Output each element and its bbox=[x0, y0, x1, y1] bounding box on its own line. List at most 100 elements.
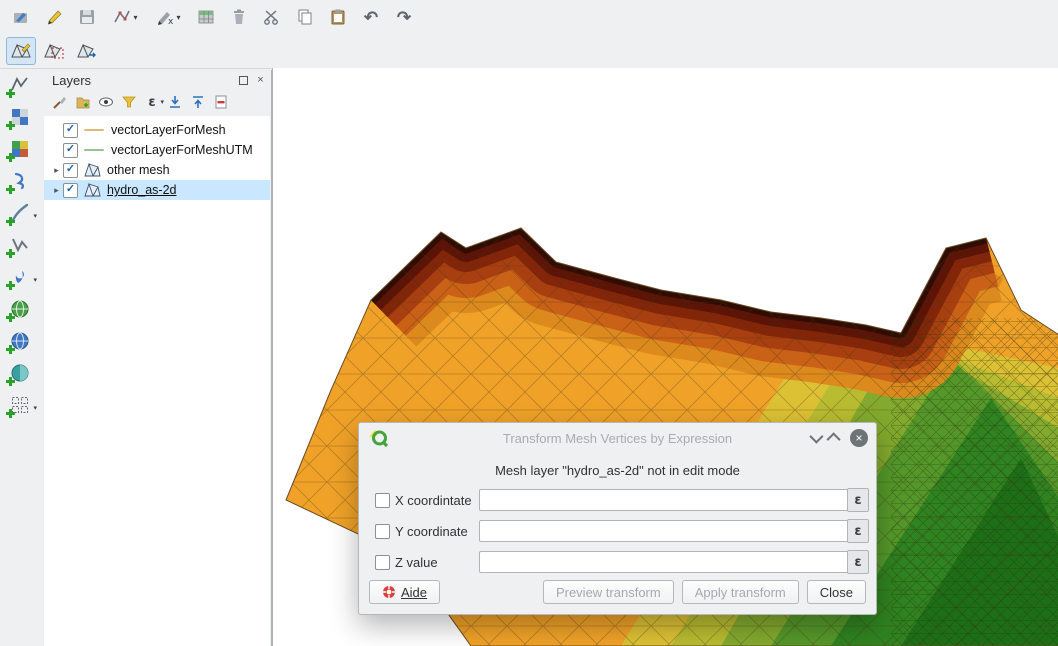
layer-row-other-mesh[interactable]: ▸ ✓ other mesh bbox=[44, 160, 270, 180]
current-edits-icon bbox=[11, 7, 31, 27]
help-button[interactable]: Aide bbox=[369, 580, 440, 604]
layer-row-hydro-as-2d[interactable]: ▸ ✓ hydro_as-2d bbox=[44, 180, 270, 200]
dropdown-caret-icon[interactable]: ▾ bbox=[33, 212, 37, 220]
add-database-layer-button[interactable]: ▾ bbox=[5, 264, 35, 290]
add-spatialite-layer-button[interactable]: ▾ bbox=[5, 200, 35, 226]
y-expression-button[interactable]: ε bbox=[847, 519, 869, 543]
add-delimited-text-layer-button[interactable] bbox=[5, 168, 35, 194]
add-wfs-layer-button[interactable] bbox=[5, 360, 35, 386]
layer-checkbox[interactable]: ✓ bbox=[63, 143, 78, 158]
remove-layer-icon bbox=[213, 94, 229, 110]
y-coordinate-input[interactable] bbox=[479, 520, 849, 542]
mesh-transform-button[interactable] bbox=[72, 37, 102, 65]
expand-all-button[interactable] bbox=[165, 92, 185, 112]
mesh-symbol bbox=[84, 183, 101, 197]
dialog-message: Mesh layer "hydro_as-2d" not in edit mod… bbox=[359, 463, 876, 478]
chevron-up-icon[interactable] bbox=[827, 432, 841, 446]
cut-features-button[interactable] bbox=[257, 3, 287, 31]
filter-by-expression-button[interactable]: ε ▾ bbox=[142, 92, 162, 112]
layer-label[interactable]: vectorLayerForMesh bbox=[111, 123, 226, 137]
open-styling-panel-button[interactable] bbox=[50, 92, 70, 112]
vertex-tool-button[interactable]: ▾ bbox=[105, 3, 145, 31]
line-symbol bbox=[84, 149, 104, 151]
chevron-down-icon[interactable] bbox=[809, 430, 823, 444]
layer-checkbox[interactable]: ✓ bbox=[63, 163, 78, 178]
remove-layer-button[interactable] bbox=[211, 92, 231, 112]
dialog-titlebar[interactable]: Transform Mesh Vertices by Expression × bbox=[359, 423, 876, 453]
z-value-checkbox[interactable] bbox=[375, 555, 390, 570]
top-toolbars: ▾ x ▾ bbox=[0, 0, 1058, 69]
eye-icon bbox=[98, 94, 114, 110]
add-plus-icon bbox=[6, 185, 15, 194]
layer-row-vectorLayerForMesh[interactable]: ✓ vectorLayerForMesh bbox=[44, 120, 270, 140]
scissors-icon bbox=[262, 7, 282, 27]
layer-row-vectorLayerForMeshUTM[interactable]: ✓ vectorLayerForMeshUTM bbox=[44, 140, 270, 160]
mesh-symbol bbox=[84, 163, 101, 177]
delete-selected-button[interactable] bbox=[224, 3, 254, 31]
new-table-button[interactable] bbox=[191, 3, 221, 31]
add-raster-layer-button[interactable] bbox=[5, 104, 35, 130]
add-wms-layer-button[interactable] bbox=[5, 296, 35, 322]
epsilon-icon: ε bbox=[854, 524, 861, 539]
add-wcs-layer-button[interactable] bbox=[5, 328, 35, 354]
close-button[interactable]: Close bbox=[807, 580, 866, 604]
collapse-all-button[interactable] bbox=[188, 92, 208, 112]
dropdown-caret-icon[interactable]: ▾ bbox=[33, 404, 37, 412]
dropdown-caret-icon[interactable]: ▾ bbox=[176, 13, 180, 22]
add-group-button[interactable] bbox=[73, 92, 93, 112]
layer-label[interactable]: vectorLayerForMeshUTM bbox=[111, 143, 253, 157]
panel-float-button[interactable] bbox=[237, 74, 250, 87]
add-group-icon bbox=[75, 94, 91, 110]
add-plus-icon bbox=[6, 345, 15, 354]
panel-close-button[interactable]: × bbox=[254, 74, 267, 87]
dropdown-caret-icon[interactable]: ▾ bbox=[133, 13, 137, 22]
toggle-editing-button[interactable] bbox=[39, 3, 69, 31]
styling-brush-icon bbox=[52, 94, 68, 110]
redo-icon: ↷ bbox=[397, 9, 411, 26]
add-virtual-layer-button[interactable]: ▾ bbox=[5, 392, 35, 418]
expander-icon[interactable]: ▸ bbox=[50, 185, 63, 196]
preview-transform-label: Preview transform bbox=[556, 585, 661, 600]
copy-features-button[interactable] bbox=[290, 3, 320, 31]
expand-all-icon bbox=[167, 94, 183, 110]
add-vector-curve-layer-button[interactable] bbox=[5, 232, 35, 258]
line-symbol bbox=[84, 129, 104, 131]
x-coordinate-input[interactable] bbox=[479, 489, 849, 511]
dialog-close-icon[interactable]: × bbox=[850, 429, 868, 447]
table-grid-icon bbox=[196, 7, 216, 27]
digitizing-dropdown-button[interactable]: x ▾ bbox=[148, 3, 188, 31]
apply-transform-button[interactable]: Apply transform bbox=[682, 580, 799, 604]
layer-checkbox[interactable]: ✓ bbox=[63, 183, 78, 198]
svg-text:x: x bbox=[168, 17, 174, 27]
mesh-digitizing-button[interactable] bbox=[6, 37, 36, 65]
epsilon-icon: ε bbox=[854, 493, 861, 508]
filter-legend-button[interactable] bbox=[119, 92, 139, 112]
z-value-input[interactable] bbox=[479, 551, 849, 573]
dropdown-caret-icon[interactable]: ▾ bbox=[33, 276, 37, 284]
apply-transform-label: Apply transform bbox=[695, 585, 786, 600]
layer-label[interactable]: other mesh bbox=[107, 163, 170, 177]
x-coordinate-checkbox[interactable] bbox=[375, 493, 390, 508]
preview-transform-button[interactable]: Preview transform bbox=[543, 580, 674, 604]
z-expression-button[interactable]: ε bbox=[847, 550, 869, 574]
paste-features-button[interactable] bbox=[323, 3, 353, 31]
x-expression-button[interactable]: ε bbox=[847, 488, 869, 512]
add-mesh-layer-button[interactable] bbox=[5, 136, 35, 162]
layers-panel-title: Layers bbox=[52, 73, 237, 88]
current-edits-button[interactable] bbox=[6, 3, 36, 31]
expander-icon[interactable]: ▸ bbox=[50, 165, 63, 176]
layer-checkbox[interactable]: ✓ bbox=[63, 123, 78, 138]
redo-button[interactable]: ↷ bbox=[389, 3, 419, 31]
manage-map-themes-button[interactable] bbox=[96, 92, 116, 112]
add-vector-layer-button[interactable] bbox=[5, 72, 35, 98]
save-edits-button[interactable] bbox=[72, 3, 102, 31]
epsilon-icon: ε bbox=[854, 555, 861, 570]
layer-label[interactable]: hydro_as-2d bbox=[107, 183, 177, 197]
add-plus-icon bbox=[6, 89, 15, 98]
y-coordinate-row: Y coordinate ε bbox=[375, 520, 866, 542]
layers-panel-header: Layers × bbox=[44, 70, 271, 90]
mesh-selection-button[interactable] bbox=[39, 37, 69, 65]
transform-mesh-dialog[interactable]: Transform Mesh Vertices by Expression × … bbox=[358, 422, 877, 615]
y-coordinate-checkbox[interactable] bbox=[375, 524, 390, 539]
undo-button[interactable]: ↶ bbox=[356, 3, 386, 31]
